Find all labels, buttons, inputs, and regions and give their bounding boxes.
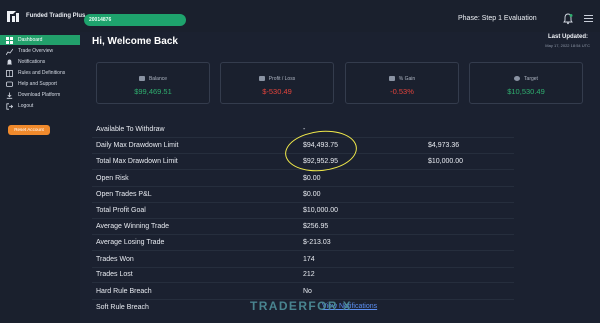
- sidebar-item-label: Help and Support: [18, 81, 57, 87]
- card-value: $99,469.51: [134, 87, 172, 96]
- sidebar-item-label: Download Platform: [18, 92, 61, 98]
- reset-account-button[interactable]: Reset Account: [8, 125, 50, 135]
- table-row-value: $0.00: [303, 191, 321, 198]
- table-row-value: 212: [303, 271, 315, 278]
- account-id-badge[interactable]: 20014876: [84, 14, 186, 26]
- last-updated-value: May 17, 2022 18:54 UTC: [545, 43, 590, 48]
- help-icon: [6, 81, 13, 87]
- hamburger-icon[interactable]: [584, 15, 593, 23]
- card-value: $-530.49: [262, 87, 292, 96]
- sidebar-item-trade-overview[interactable]: Trade Overview: [0, 46, 80, 56]
- sidebar-item-download[interactable]: Download Platform: [0, 90, 80, 100]
- profit-loss-card: Profit / Loss $-530.49: [220, 62, 334, 104]
- table-row-value: 174: [303, 256, 315, 263]
- page-title: Hi, Welcome Back: [92, 36, 178, 47]
- card-label: Target: [524, 76, 538, 82]
- phase-label: Phase: Step 1 Evaluation: [458, 15, 537, 22]
- last-updated-label: Last Updated:: [547, 34, 588, 40]
- gain-card: % Gain -0.53%: [345, 62, 459, 104]
- card-label: Profit / Loss: [268, 76, 296, 82]
- sidebar-item-notifications[interactable]: Notifications: [0, 57, 80, 67]
- table-row-value-secondary: $4,973.36: [428, 142, 460, 149]
- table-row-value: -: [303, 126, 306, 133]
- percent-icon: [388, 76, 395, 82]
- sidebar: Dashboard Trade Overview Notifications R…: [0, 32, 80, 323]
- table-row-value: $10,000.00: [303, 207, 339, 214]
- sidebar-item-label: Dashboard: [18, 37, 43, 43]
- card-value: $10,530.49: [507, 87, 545, 96]
- target-card: Target $10,530.49: [469, 62, 583, 104]
- balance-card: Balance $99,469.51: [96, 62, 210, 104]
- table-row-value: $0.00: [303, 175, 321, 182]
- logo-icon: [7, 11, 19, 22]
- sidebar-item-label: Logout: [18, 103, 34, 109]
- card-value: -0.53%: [390, 87, 414, 96]
- dashboard-icon: [6, 36, 13, 44]
- sidebar-item-rules[interactable]: Rules and Definitions: [0, 68, 80, 78]
- sidebar-item-logout[interactable]: Logout: [0, 101, 80, 111]
- wallet-icon: [138, 76, 145, 82]
- app-name: Funded Trading Plus: [26, 13, 86, 19]
- sidebar-item-label: Rules and Definitions: [18, 70, 66, 76]
- target-icon: [514, 76, 521, 82]
- chart-icon: [258, 76, 265, 82]
- card-label: % Gain: [398, 76, 416, 82]
- table-row-value: $-213.03: [303, 239, 331, 246]
- app-logo[interactable]: Funded Trading Plus: [6, 9, 85, 23]
- table-row-value-secondary: $10,000.00: [428, 158, 464, 165]
- download-icon: [6, 92, 13, 99]
- card-label: Balance: [148, 76, 168, 82]
- chart-icon: [6, 48, 13, 55]
- sidebar-item-label: Trade Overview: [18, 48, 54, 54]
- sidebar-item-help[interactable]: Help and Support: [0, 79, 80, 89]
- book-icon: [6, 69, 13, 77]
- table-row-label: Soft Rule Breach: [96, 304, 149, 311]
- logout-icon: [6, 102, 13, 110]
- bell-icon[interactable]: [562, 13, 574, 25]
- highlight-circle: [283, 127, 359, 175]
- app-frame: Funded Trading Plus 20014876 Phase: Step…: [0, 0, 600, 323]
- watermark: TRADERFOR X: [250, 299, 353, 313]
- sidebar-item-label: Notifications: [18, 59, 46, 65]
- bell-icon: [7, 59, 12, 64]
- table-row-value: No: [303, 288, 312, 295]
- table-row-value: $256.95: [303, 223, 329, 230]
- top-bar: Funded Trading Plus 20014876 Phase: Step…: [0, 0, 600, 32]
- sidebar-item-dashboard[interactable]: Dashboard: [0, 35, 80, 45]
